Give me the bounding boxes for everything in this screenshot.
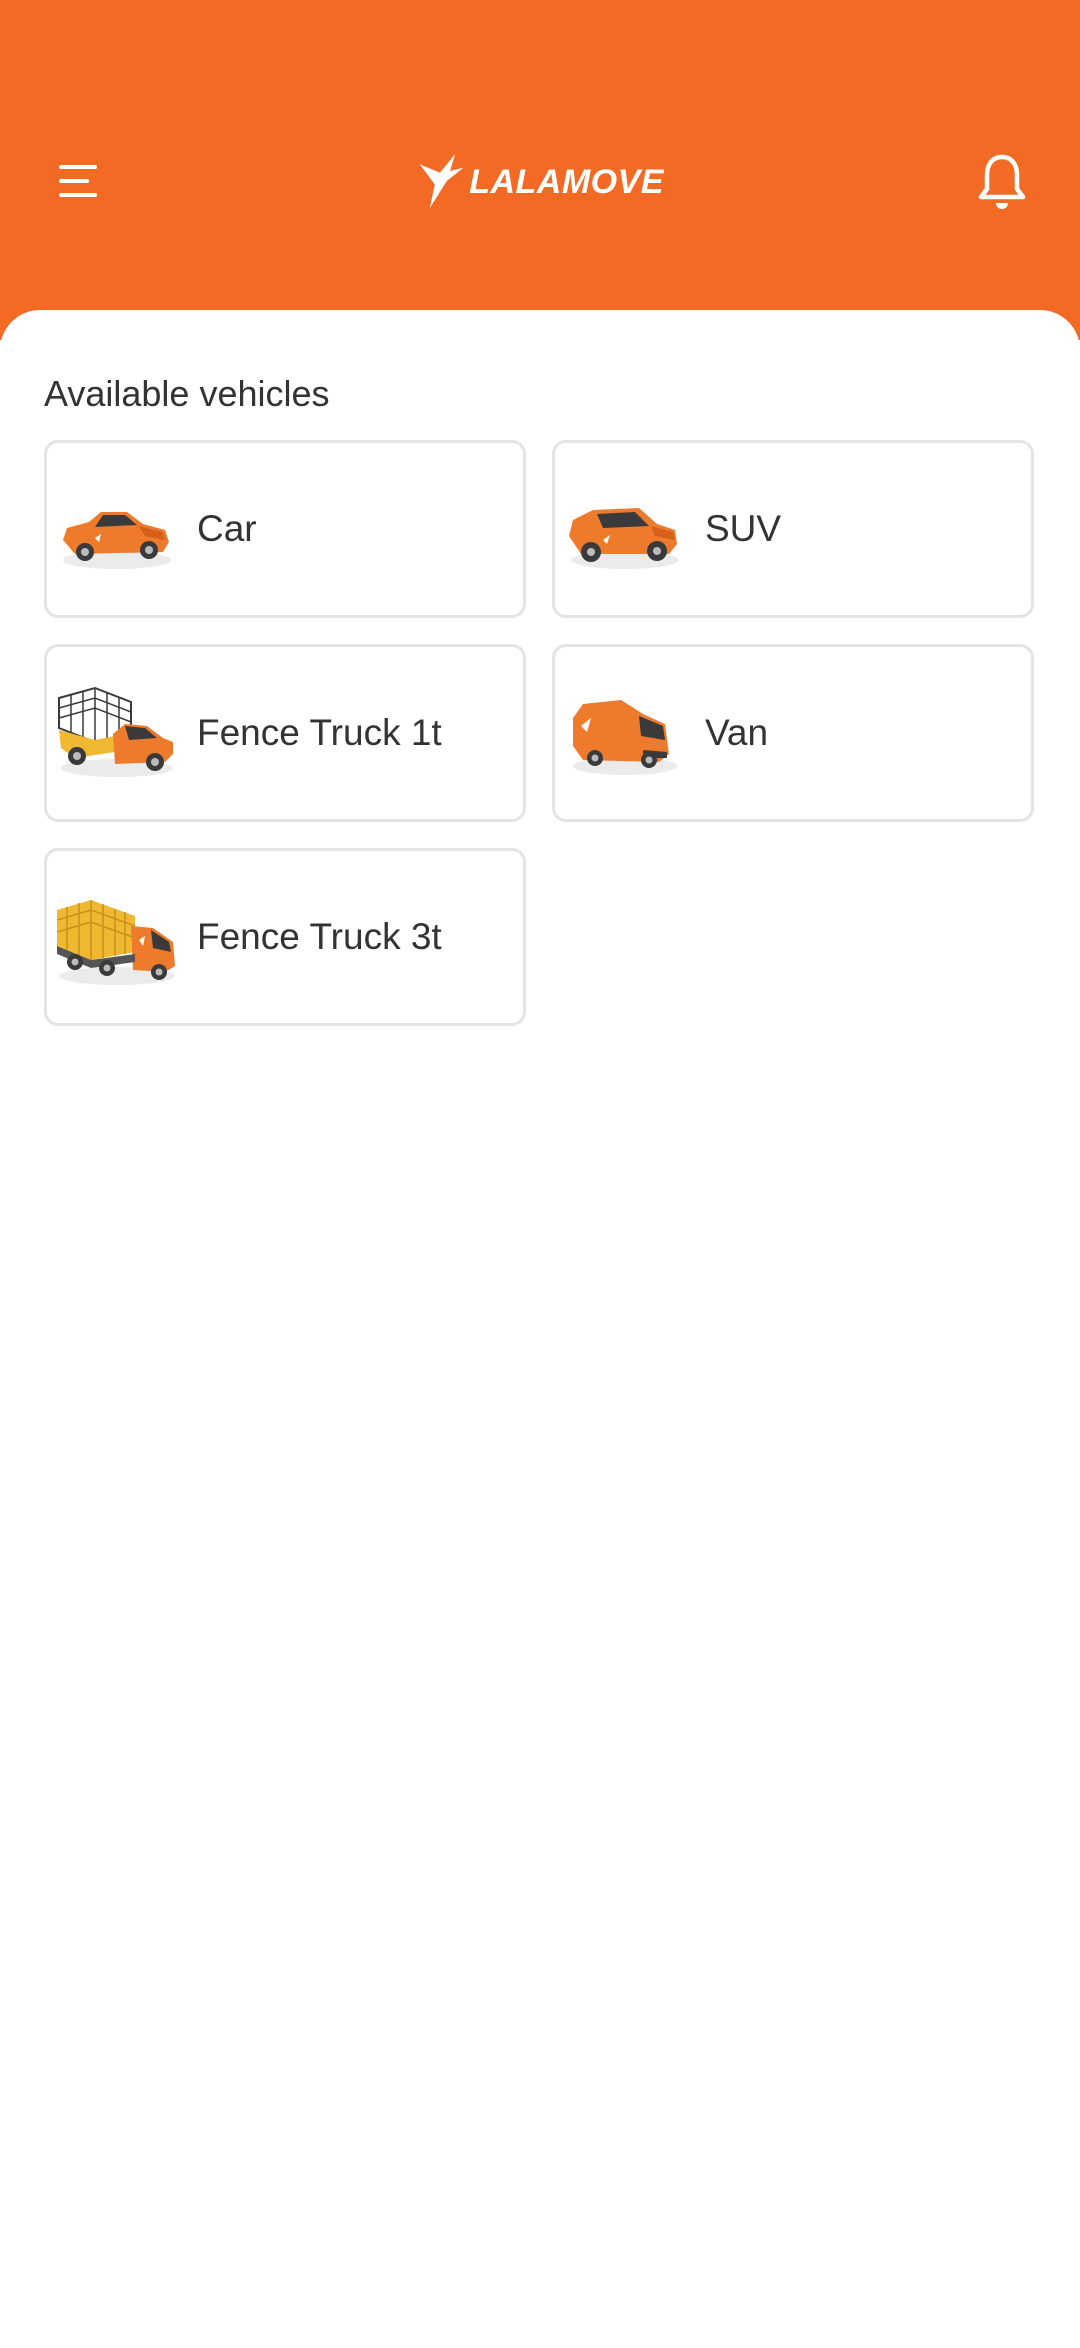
- app-screen: LALAMOVE Available vehicles Car SUV Fenc…: [0, 0, 1080, 2348]
- vehicle-label: Van: [705, 712, 769, 753]
- vehicle-label: Fence Truck 3t: [197, 916, 442, 957]
- lalamove-logo: LALAMOVE: [418, 146, 664, 218]
- bell-icon: [978, 154, 1026, 209]
- suv-image: [569, 508, 679, 569]
- app-header: LALAMOVE: [0, 0, 1080, 340]
- section-title: Available vehicles: [44, 373, 330, 414]
- menu-button[interactable]: [44, 146, 114, 216]
- vehicle-label: Car: [197, 508, 257, 549]
- vehicle-card-van[interactable]: Van: [552, 644, 1034, 822]
- vehicle-card-fence-truck-3t[interactable]: Fence Truck 3t: [44, 848, 526, 1026]
- vehicle-card-suv[interactable]: SUV: [552, 440, 1034, 618]
- logo-text: LALAMOVE: [469, 163, 664, 201]
- vehicle-label: Fence Truck 1t: [197, 712, 442, 753]
- notifications-button[interactable]: [966, 146, 1038, 218]
- fence-truck-3t-image: [56, 900, 175, 985]
- van-image: [573, 700, 677, 775]
- car-image: [63, 512, 171, 569]
- fence-truck-1t-image: [58, 686, 173, 777]
- hummingbird-logo-icon: [419, 154, 464, 209]
- vehicle-card-car[interactable]: Car: [44, 440, 526, 618]
- vehicle-label: SUV: [705, 508, 782, 549]
- vehicles-panel: Available vehicles Car SUV Fence Truck 1…: [0, 310, 1080, 2348]
- hamburger-menu-icon: [59, 165, 97, 197]
- vehicle-card-fence-truck-1t[interactable]: Fence Truck 1t: [44, 644, 526, 822]
